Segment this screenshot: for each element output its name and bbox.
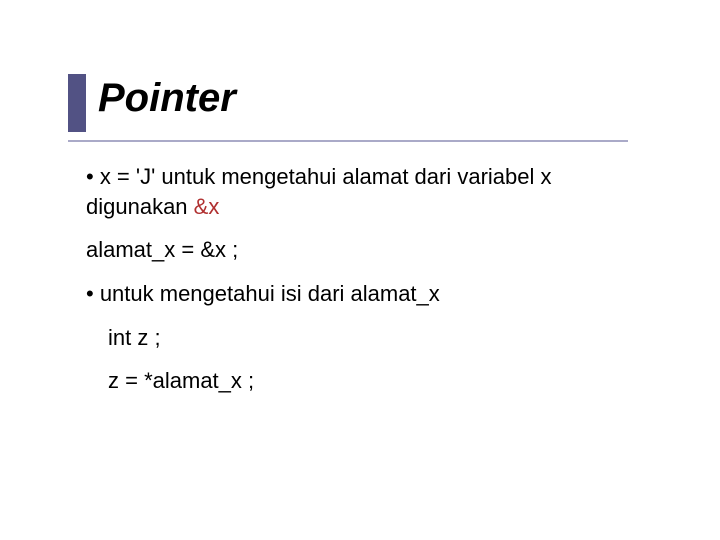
bullet-1: • x = 'J' untuk mengetahui alamat dari v… [86, 162, 646, 221]
bullet-1-text: • x = 'J' untuk mengetahui alamat dari v… [86, 164, 552, 219]
slide-body: • x = 'J' untuk mengetahui alamat dari v… [86, 162, 646, 410]
code-line-3: z = *alamat_x ; [86, 366, 646, 396]
ampersand-x: &x [194, 194, 220, 219]
bullet-2: • untuk mengetahui isi dari alamat_x [86, 279, 646, 309]
title-underline [68, 140, 628, 142]
code-line-2: int z ; [86, 323, 646, 353]
slide: Pointer • x = 'J' untuk mengetahui alama… [0, 0, 720, 540]
code-line-1: alamat_x = &x ; [86, 235, 646, 265]
slide-title: Pointer [98, 76, 236, 121]
title-accent-bar [68, 74, 86, 132]
